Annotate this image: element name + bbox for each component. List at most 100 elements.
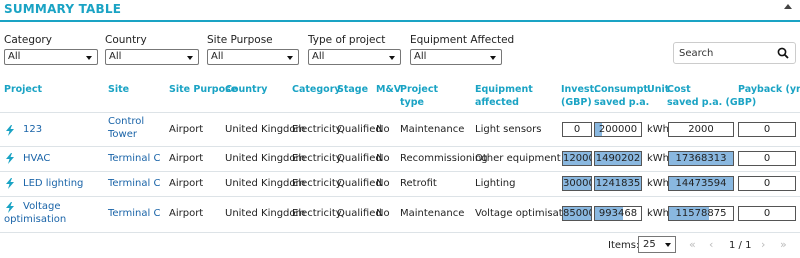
filter-site-purpose: Site Purpose All: [207, 34, 299, 65]
consumption-input[interactable]: 1490202: [594, 151, 642, 166]
payback-value: 0: [763, 208, 771, 219]
header-line: Invest.: [561, 84, 598, 95]
header-line: (GBP): [561, 97, 592, 108]
payback-input[interactable]: 0: [738, 151, 796, 166]
mv-cell: No: [376, 153, 390, 164]
payback-input[interactable]: 0: [738, 122, 796, 137]
cost-input[interactable]: 2000: [668, 122, 734, 137]
consumption-value: 993468: [598, 208, 638, 219]
col-header-mv[interactable]: M&V: [376, 83, 401, 96]
header-line: Project: [400, 84, 439, 95]
col-header-project[interactable]: Project: [4, 83, 42, 96]
project-link[interactable]: HVAC: [23, 153, 50, 164]
next-page-button[interactable]: ›: [761, 238, 765, 251]
col-header-unit[interactable]: Unit: [647, 83, 669, 96]
select-value: 25: [643, 239, 656, 250]
consumption-input[interactable]: 1241835: [594, 176, 642, 191]
stage-cell: Qualified: [337, 153, 382, 164]
category-cell: Electricity: [292, 178, 342, 189]
col-header-category[interactable]: Category: [292, 83, 341, 96]
col-header-consumption[interactable]: Consumpt. saved p.a.: [594, 83, 652, 109]
project-link[interactable]: 123: [23, 124, 42, 135]
search-icon[interactable]: [777, 47, 789, 59]
col-header-payback[interactable]: Payback (yrs): [738, 83, 800, 96]
equipment-cell: Lighting: [475, 178, 516, 189]
consumption-input[interactable]: 200000: [594, 122, 642, 137]
filter-category: Category All: [4, 34, 98, 65]
invest-input[interactable]: 300000: [562, 176, 592, 191]
select-value: All: [414, 51, 427, 62]
country-select[interactable]: All: [105, 49, 199, 65]
invest-input[interactable]: 85000: [562, 206, 592, 221]
unit-cell: kWh: [647, 208, 670, 219]
chevron-down-icon: [665, 243, 671, 247]
table-row[interactable]: Voltage optimisation Terminal C Airport …: [0, 197, 800, 231]
payback-value: 0: [763, 153, 771, 164]
payback-input[interactable]: 0: [738, 176, 796, 191]
table-row[interactable]: 123 Control Tower Airport United Kingdom…: [0, 114, 800, 146]
last-page-button[interactable]: »: [780, 238, 787, 251]
table-row[interactable]: HVAC Terminal C Airport United Kingdom E…: [0, 147, 800, 171]
unit-cell: kWh: [647, 178, 670, 189]
lightning-icon: [6, 125, 14, 136]
search-input[interactable]: [679, 46, 775, 60]
mv-cell: No: [376, 124, 390, 135]
site-purpose-select[interactable]: All: [207, 49, 299, 65]
category-cell: Electricity: [292, 153, 342, 164]
header-line: saved p.a. (GBP): [667, 97, 757, 108]
project-link[interactable]: Voltage: [23, 201, 61, 212]
project-link[interactable]: optimisation: [4, 214, 66, 225]
invest-input[interactable]: 1200000: [562, 151, 592, 166]
cost-input[interactable]: 11578875: [668, 206, 734, 221]
cost-value: 11578875: [675, 208, 727, 219]
items-per-page-select[interactable]: 25: [638, 236, 676, 253]
prev-page-button[interactable]: ‹: [709, 238, 713, 251]
equipment-affected-select[interactable]: All: [410, 49, 502, 65]
payback-input[interactable]: 0: [738, 206, 796, 221]
chevron-down-icon: [187, 56, 193, 60]
header-line: type: [400, 97, 424, 108]
type-of-project-select[interactable]: All: [308, 49, 401, 65]
items-label: Items:: [608, 240, 640, 251]
site-link[interactable]: Control: [108, 116, 144, 127]
site-link[interactable]: Terminal C: [108, 178, 160, 189]
category-select[interactable]: All: [4, 49, 98, 65]
payback-value: 0: [763, 178, 771, 189]
col-header-stage[interactable]: Stage: [337, 83, 368, 96]
search-box: [673, 42, 796, 64]
table-row[interactable]: LED lighting Terminal C Airport United K…: [0, 172, 800, 196]
stage-cell: Qualified: [337, 208, 382, 219]
col-header-invest[interactable]: Invest. (GBP): [561, 83, 598, 109]
payback-value: 0: [763, 124, 771, 135]
page-indicator: 1 / 1: [729, 240, 752, 251]
header-divider: [0, 112, 800, 113]
first-page-button[interactable]: «: [689, 238, 696, 251]
consumption-input[interactable]: 993468: [594, 206, 642, 221]
chevron-down-icon: [490, 56, 496, 60]
col-header-equipment[interactable]: Equipment affected: [475, 83, 533, 109]
section-title: SUMMARY TABLE: [4, 2, 122, 16]
select-value: All: [109, 51, 122, 62]
col-header-project-type[interactable]: Project type: [400, 83, 438, 109]
collapse-chevron-icon[interactable]: [784, 4, 792, 9]
header-line: saved p.a.: [594, 97, 650, 108]
cost-input[interactable]: 17368313: [668, 151, 734, 166]
equipment-cell: Light sensors: [475, 124, 542, 135]
site-link[interactable]: Terminal C: [108, 208, 160, 219]
invest-input[interactable]: 0: [562, 122, 592, 137]
filter-country: Country All: [105, 34, 199, 65]
lightning-icon: [6, 153, 14, 164]
site-link[interactable]: Tower: [108, 129, 137, 140]
site-purpose-cell: Airport: [169, 153, 204, 164]
chevron-down-icon: [389, 56, 395, 60]
site-link[interactable]: Terminal C: [108, 153, 160, 164]
col-header-country[interactable]: Country: [225, 83, 267, 96]
project-type-cell: Maintenance: [400, 208, 465, 219]
site-purpose-cell: Airport: [169, 124, 204, 135]
col-header-site[interactable]: Site: [108, 83, 129, 96]
site-purpose-cell: Airport: [169, 178, 204, 189]
select-value: All: [8, 51, 21, 62]
cost-input[interactable]: 14473594: [668, 176, 734, 191]
cost-value: 14473594: [675, 178, 727, 189]
project-link[interactable]: LED lighting: [23, 178, 83, 189]
